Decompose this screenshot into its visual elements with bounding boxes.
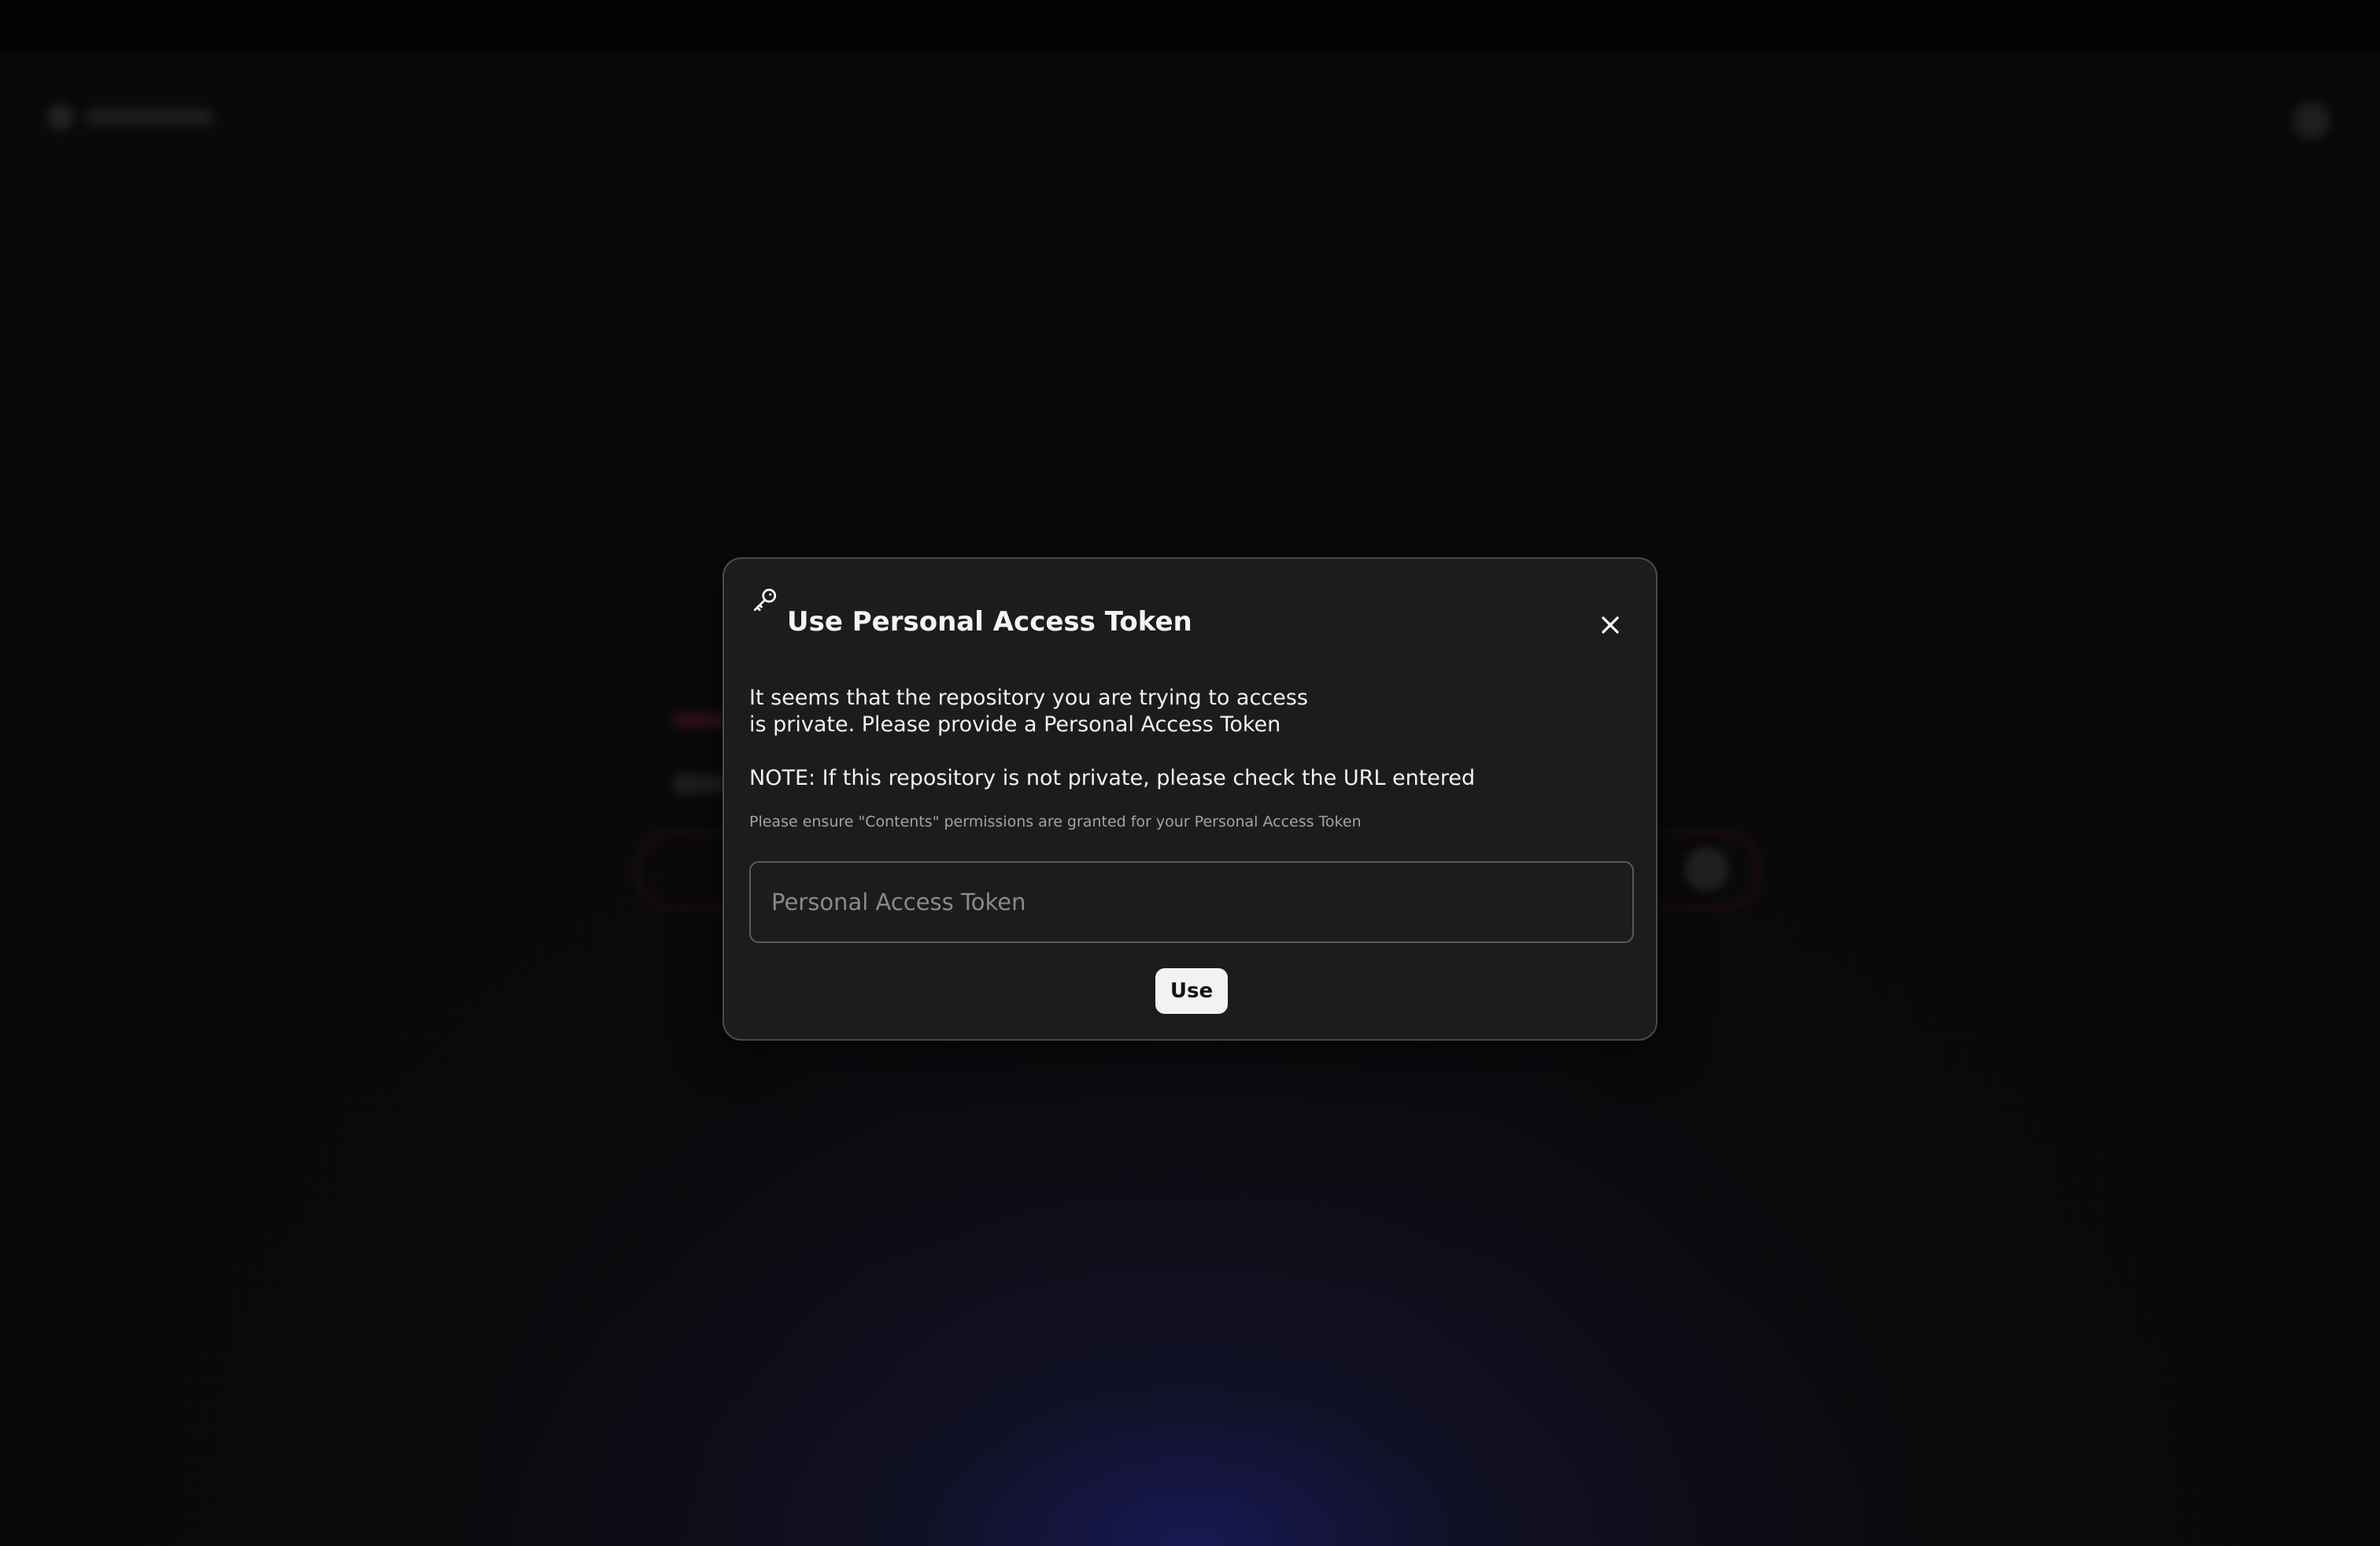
use-button[interactable]: Use	[1155, 968, 1228, 1014]
close-icon[interactable]	[1596, 611, 1624, 639]
personal-access-token-input[interactable]	[749, 861, 1634, 943]
modal-description: It seems that the repository you are try…	[749, 686, 1308, 737]
modal-title: Use Personal Access Token	[787, 606, 1192, 638]
pat-modal: Use Personal Access Token It seems that …	[722, 557, 1658, 1041]
modal-note: NOTE: If this repository is not private,…	[749, 766, 1476, 790]
key-icon	[753, 588, 777, 612]
permissions-hint: Please ensure "Contents" permissions are…	[749, 813, 1362, 830]
screen: Use Personal Access Token It seems that …	[0, 0, 2380, 1546]
